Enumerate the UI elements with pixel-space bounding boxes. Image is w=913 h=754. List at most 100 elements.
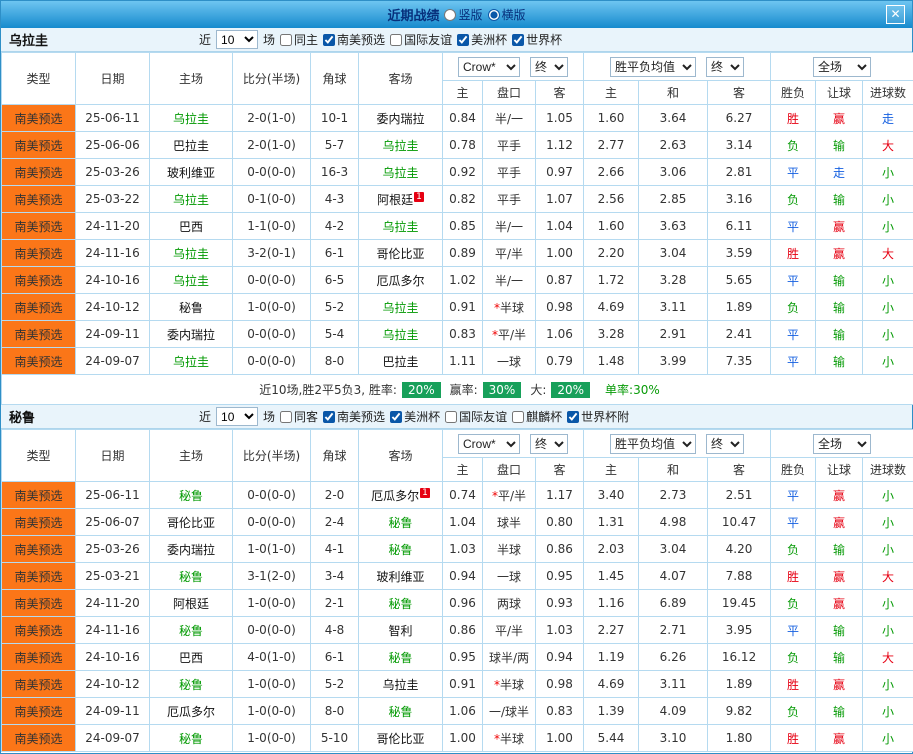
euro-away-odds-cell: 19.45 — [707, 589, 772, 617]
handicap-cell: 平/半 — [482, 616, 536, 644]
filter-option-国际友谊[interactable]: 国际友谊 — [445, 408, 507, 425]
goals-result-cell: 小 — [862, 212, 913, 240]
filter-option-美洲杯[interactable]: 美洲杯 — [390, 408, 440, 425]
section-header-bar: 乌拉圭 近 10 场 同主 南美预选 国际友谊 美洲杯 世界杯 — [1, 28, 912, 52]
match-row: 南美预选 24-11-20 巴西 1-1(0-0) 4-2 乌拉圭 0.85 半/一 1.04 1… — [1, 212, 913, 240]
filter-option-麒麟杯[interactable]: 麒麟杯 — [512, 408, 562, 425]
filter-option-国际友谊[interactable]: 国际友谊 — [390, 31, 452, 48]
team-text: 乌拉圭 — [382, 165, 419, 180]
checkbox-icon[interactable] — [323, 33, 336, 46]
filter-option-label: 美洲杯 — [404, 410, 441, 424]
odds-time-select[interactable]: 终 — [530, 56, 568, 77]
result-cell: 胜 — [770, 239, 817, 267]
euro-away-odds-cell: 7.35 — [707, 347, 772, 375]
asia-home-odds-cell: 1.00 — [442, 724, 483, 752]
handicap-cell: 半球 — [482, 535, 536, 563]
euro-time-select[interactable]: 终 — [706, 56, 745, 77]
checkbox-icon[interactable] — [390, 33, 403, 46]
handicap-cell: 半/一 — [482, 212, 536, 240]
filter-option-南美预选[interactable]: 南美预选 — [323, 31, 385, 48]
goals-result-cell: 小 — [862, 347, 913, 375]
layout-option-vertical[interactable]: 竖版 — [444, 6, 483, 23]
euro-time-select[interactable]: 终 — [706, 433, 745, 454]
handicap-result-cell: 输 — [815, 293, 864, 321]
euro-home-odds-cell: 4.69 — [583, 670, 640, 698]
goals-result-cell: 大 — [862, 562, 913, 590]
euro-away-odds-cell: 3.95 — [707, 616, 772, 644]
match-type-cell: 南美预选 — [1, 589, 76, 617]
away-team-cell: 哥伦比亚 — [358, 239, 443, 267]
goals-result-cell: 小 — [862, 589, 913, 617]
odds-source-select[interactable]: Crow* — [458, 433, 520, 454]
away-team-cell: 秘鲁 — [358, 535, 443, 563]
scope-select[interactable]: 全场 — [813, 56, 872, 77]
match-count-select[interactable]: 10 — [216, 407, 259, 426]
score-cell: 1-0(0-0) — [232, 697, 311, 725]
checkbox-icon[interactable] — [280, 33, 293, 46]
date-cell: 24-09-07 — [75, 724, 150, 752]
filter-option-美洲杯[interactable]: 美洲杯 — [457, 31, 507, 48]
result-cell: 负 — [770, 535, 817, 563]
column-header: 客 — [707, 80, 772, 105]
odds-source-select[interactable]: Crow* — [458, 56, 520, 77]
match-count-select[interactable]: 10 — [216, 30, 259, 49]
filter-option-label: 麒麟杯 — [526, 410, 563, 424]
column-header: 盘口 — [482, 457, 536, 482]
vertical-radio-icon[interactable] — [444, 8, 457, 21]
result-cell: 平 — [770, 481, 817, 509]
games-label: 场 — [263, 410, 276, 424]
result-cell: 平 — [770, 320, 817, 348]
match-type-cell: 南美预选 — [1, 347, 76, 375]
layout-option-horizontal[interactable]: 横版 — [487, 6, 526, 23]
summary-row: 近10场,胜2平5负3, 胜率: 20% 赢率: 30% 大: 20% 单率:30% — [0, 374, 913, 405]
corner-cell: 16-3 — [310, 158, 359, 186]
away-team-cell: 阿根廷 1 — [358, 185, 443, 213]
filter-option-同主[interactable]: 同主 — [280, 31, 318, 48]
euro-away-odds-cell: 6.27 — [707, 104, 772, 132]
result-cell: 平 — [770, 508, 817, 536]
euro-source-select[interactable]: 胜平负均值 — [610, 56, 697, 77]
asia-away-odds-cell: 1.00 — [534, 239, 585, 267]
filter-option-同客[interactable]: 同客 — [280, 408, 318, 425]
checkbox-icon[interactable] — [390, 410, 403, 423]
asia-home-odds-cell: 0.84 — [442, 104, 483, 132]
match-type-cell: 南美预选 — [1, 104, 76, 132]
filter-option-世界杯附[interactable]: 世界杯附 — [567, 408, 629, 425]
filter-option-南美预选[interactable]: 南美预选 — [323, 408, 385, 425]
score-cell: 0-0(0-0) — [232, 266, 311, 294]
checkbox-icon[interactable] — [280, 410, 293, 423]
filter-option-世界杯[interactable]: 世界杯 — [512, 31, 562, 48]
scope-select[interactable]: 全场 — [813, 433, 872, 454]
corner-cell: 4-1 — [310, 535, 359, 563]
goals-result-cell: 小 — [862, 697, 913, 725]
close-icon[interactable]: ✕ — [886, 5, 905, 24]
asia-home-odds-cell: 1.06 — [442, 697, 483, 725]
match-type-cell: 南美预选 — [1, 535, 76, 563]
score-cell: 1-0(1-0) — [232, 535, 311, 563]
home-team-cell: 巴拉圭 — [149, 131, 233, 159]
filter-option-label: 同客 — [294, 410, 319, 424]
handicap-cell: 球半/两 — [482, 643, 536, 671]
checkbox-icon[interactable] — [457, 33, 470, 46]
checkbox-icon[interactable] — [445, 410, 458, 423]
corner-cell: 5-10 — [310, 724, 359, 752]
odds-time-select[interactable]: 终 — [530, 433, 568, 454]
euro-source-select[interactable]: 胜平负均值 — [610, 433, 697, 454]
home-team-cell: 阿根廷 — [149, 589, 233, 617]
checkbox-icon[interactable] — [512, 33, 525, 46]
horizontal-radio-icon[interactable] — [487, 8, 500, 21]
asia-away-odds-cell: 0.97 — [534, 158, 585, 186]
euro-away-odds-cell: 2.51 — [707, 481, 772, 509]
score-cell: 4-0(1-0) — [232, 643, 311, 671]
checkbox-icon[interactable] — [512, 410, 525, 423]
date-cell: 24-11-16 — [75, 239, 150, 267]
checkbox-icon[interactable] — [567, 410, 580, 423]
goals-result-cell: 小 — [862, 481, 913, 509]
team-text: 乌拉圭 — [382, 138, 419, 153]
match-type-cell: 南美预选 — [1, 320, 76, 348]
asia-home-odds-cell: 0.95 — [442, 643, 483, 671]
match-row: 南美预选 24-11-16 乌拉圭 3-2(0-1) 6-1 哥伦比亚 0.89 平/半 1.0… — [1, 239, 913, 267]
date-cell: 25-06-11 — [75, 104, 150, 132]
match-type-cell: 南美预选 — [1, 670, 76, 698]
checkbox-icon[interactable] — [323, 410, 336, 423]
